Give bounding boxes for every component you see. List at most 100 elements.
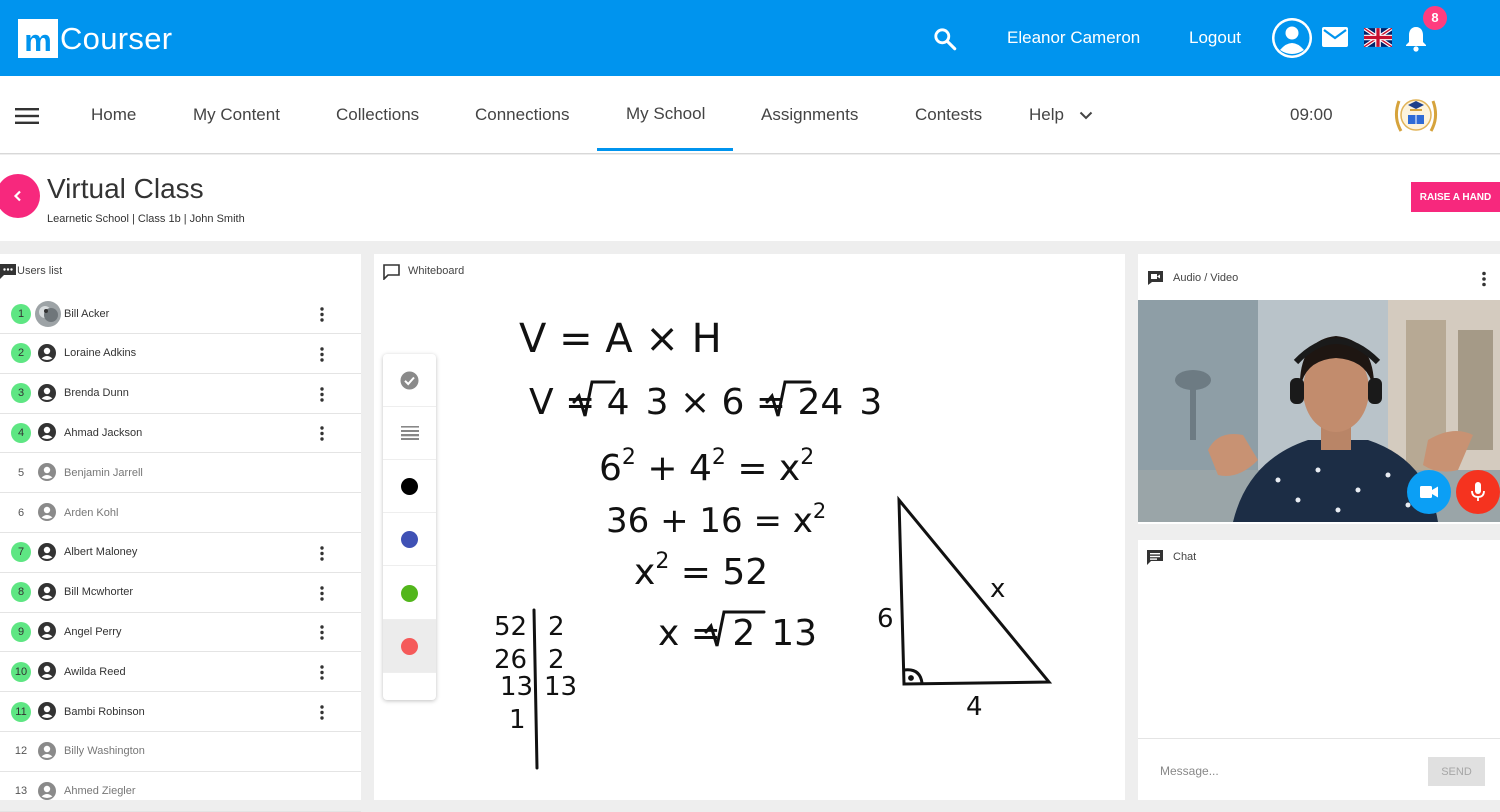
microphone-toggle-button[interactable] <box>1456 470 1500 514</box>
user-account-icon <box>38 383 56 407</box>
user-account-icon <box>38 423 56 446</box>
audio-video-title: Audio / Video <box>1173 272 1239 284</box>
triangle-side-left-label: 6 <box>877 604 894 634</box>
user-name: Ahmed Ziegler <box>64 785 136 798</box>
user-row[interactable]: 11 Bambi Robinson <box>0 692 361 732</box>
triangle-side-bottom-label: 4 <box>966 692 983 722</box>
chat-message-input[interactable] <box>1160 760 1410 782</box>
main-nav: Home My Content Collections Connections … <box>0 76 1500 154</box>
nav-home[interactable]: Home <box>91 105 136 125</box>
equation-line-6: x = 2 13 <box>658 613 817 654</box>
camera-toggle-button[interactable] <box>1407 470 1451 514</box>
user-number-badge: 2 <box>11 343 31 364</box>
user-row[interactable]: 9 Angel Perry <box>0 612 361 653</box>
factor-left-4: 1 <box>509 705 526 735</box>
user-row[interactable]: 10 Awilda Reed <box>0 652 361 693</box>
nav-my-school[interactable]: My School <box>626 104 705 124</box>
user-row[interactable]: 6 Arden Kohl <box>0 493 361 533</box>
nav-my-content[interactable]: My Content <box>193 105 280 125</box>
user-row[interactable]: 3 Brenda Dunn <box>0 374 361 414</box>
user-name: Bill Mcwhorter <box>64 586 134 599</box>
mail-icon[interactable] <box>1322 27 1348 52</box>
user-number-badge: 9 <box>11 621 31 642</box>
more-vert-icon[interactable] <box>1481 271 1487 287</box>
right-triangle <box>897 495 1053 686</box>
raise-hand-button[interactable]: RAISE A HAND <box>1411 182 1500 212</box>
user-row[interactable]: 7 Albert Maloney <box>0 533 361 573</box>
user-number-badge: 6 <box>17 506 25 519</box>
more-vert-icon[interactable] <box>319 347 325 367</box>
breadcrumb: Learnetic School | Class 1b | John Smith <box>47 213 245 225</box>
user-name: Awilda Reed <box>64 665 126 678</box>
user-name: Bill Acker <box>64 307 110 320</box>
nav-help[interactable]: Help <box>1029 105 1093 125</box>
user-name: Loraine Adkins <box>64 347 137 360</box>
chat-icon <box>1147 550 1163 565</box>
more-vert-icon[interactable] <box>319 585 325 606</box>
nav-connections[interactable]: Connections <box>475 105 570 125</box>
user-row[interactable]: 12 Billy Washington <box>0 732 361 772</box>
chat-send-button[interactable]: SEND <box>1428 757 1485 786</box>
nav-active-indicator <box>597 148 733 151</box>
logout-link[interactable]: Logout <box>1189 28 1241 48</box>
more-vert-icon[interactable] <box>319 625 325 645</box>
bell-icon[interactable] <box>1404 25 1428 57</box>
factor-left-2: 26 <box>494 645 527 675</box>
notification-count-badge[interactable]: 8 <box>1423 6 1447 30</box>
comment-outline-icon <box>383 264 400 280</box>
nav-assignments[interactable]: Assignments <box>761 105 858 125</box>
chevron-left-icon <box>13 190 21 202</box>
user-name: Benjamin Jarrell <box>64 466 143 479</box>
whiteboard-canvas[interactable]: V = A × H V = 43 × 6 = 24 3 62 + 42 = x2 … <box>374 290 1125 800</box>
user-row[interactable]: 2 Loraine Adkins <box>0 334 361 374</box>
page-header <box>0 155 1500 241</box>
user-name: Brenda Dunn <box>64 387 129 400</box>
users-list-panel: Users list 1 Bill Acker 2 Loraine Adkins 3 Br… <box>0 254 361 812</box>
logo-mark: m <box>18 19 58 58</box>
more-vert-icon[interactable] <box>319 705 325 725</box>
video-chat-icon <box>1148 271 1163 285</box>
user-row[interactable]: 5 Benjamin Jarrell <box>0 453 361 494</box>
search-icon[interactable] <box>932 26 958 57</box>
user-name: Ahmad Jackson <box>64 426 143 439</box>
user-name: Billy Washington <box>64 745 145 758</box>
clock-time: 09:00 <box>1290 105 1333 124</box>
app-logo[interactable]: m Courser <box>18 19 172 58</box>
equation-line-4: 36 + 16 = x2 <box>606 499 826 541</box>
more-vert-icon[interactable] <box>319 307 325 327</box>
user-avatar-icon[interactable] <box>1272 18 1312 58</box>
user-number-badge: 10 <box>11 661 31 682</box>
factor-right-2: 2 <box>548 645 565 675</box>
user-number-badge: 3 <box>11 383 31 404</box>
user-account-icon <box>38 741 56 765</box>
more-vert-icon[interactable] <box>319 665 325 685</box>
logo-text: Courser <box>60 20 173 56</box>
user-number-badge: 7 <box>11 542 31 563</box>
user-row[interactable]: 4 Ahmad Jackson <box>0 413 361 454</box>
user-account-icon <box>38 463 56 486</box>
user-name-link[interactable]: Eleanor Cameron <box>1007 28 1140 48</box>
chevron-down-icon <box>1079 111 1092 120</box>
right-angle-dot <box>908 675 914 681</box>
user-number-badge: 4 <box>11 422 31 443</box>
user-row[interactable]: 13 Ahmed Ziegler <box>0 772 361 812</box>
more-vert-icon[interactable] <box>319 426 325 446</box>
more-vert-icon[interactable] <box>319 546 325 566</box>
school-logo-icon[interactable] <box>1391 91 1441 144</box>
user-row[interactable]: 8 Bill Mcwhorter <box>0 573 361 613</box>
chat-title: Chat <box>1173 551 1197 563</box>
nav-contests[interactable]: Contests <box>915 105 982 125</box>
microphone-icon <box>1471 482 1485 501</box>
user-account-icon <box>38 622 56 645</box>
hamburger-menu-icon[interactable] <box>15 107 39 130</box>
triangle-hypotenuse-label: x <box>990 574 1005 604</box>
user-photo-avatar <box>35 301 61 332</box>
videocam-icon <box>1420 486 1438 498</box>
user-number-badge: 12 <box>14 745 28 758</box>
user-row[interactable]: 1 Bill Acker <box>0 294 361 334</box>
more-vert-icon[interactable] <box>319 386 325 407</box>
user-number-badge: 1 <box>11 303 31 324</box>
nav-collections[interactable]: Collections <box>336 105 419 125</box>
user-number-badge: 5 <box>17 466 25 479</box>
uk-flag-icon[interactable] <box>1362 26 1394 52</box>
